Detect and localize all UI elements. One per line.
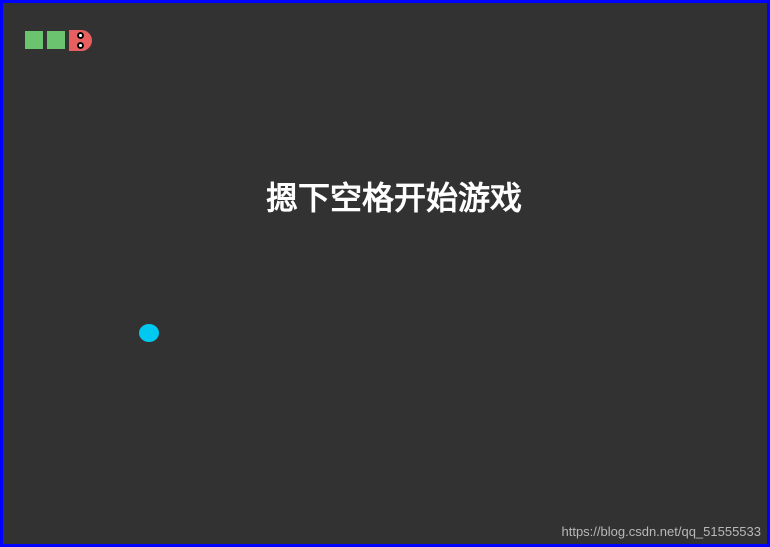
snake-head: [69, 30, 92, 51]
food: [139, 324, 159, 342]
snake-body-segment: [47, 31, 65, 49]
snake-eye: [77, 32, 84, 39]
start-message: 摁下空格开始游戏: [265, 179, 522, 217]
snake-body-segment: [25, 31, 43, 49]
game-canvas[interactable]: 摁下空格开始游戏 https://blog.csdn.net/qq_515555…: [0, 0, 770, 547]
snake-eye: [77, 42, 84, 49]
watermark: https://blog.csdn.net/qq_51555533: [561, 524, 762, 539]
